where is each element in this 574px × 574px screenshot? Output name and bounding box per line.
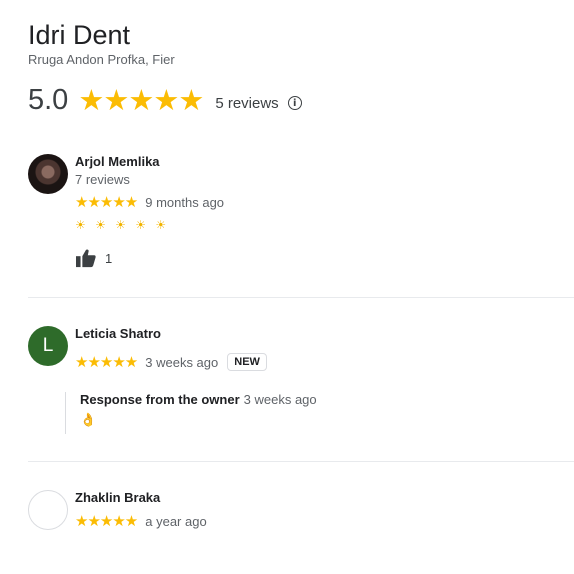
info-icon[interactable]: i [287,96,302,110]
review-panel: Idri Dent Rruga Andon Profka, Fier 5.0 ★… [0,0,574,574]
divider [28,461,574,462]
rating-value: 5.0 [28,83,69,116]
review-card: Arjol Memlika 7 reviews ★★★★★ 9 months a… [28,154,574,279]
owner-response: Response from the owner 3 weeks ago 👌 [65,392,345,434]
owner-response-date: 3 weeks ago [243,392,317,407]
rating-stars: ★★★★★ [78,84,204,117]
like-count: 1 [105,250,113,266]
divider [28,297,574,298]
review-stars: ★★★★★ [75,354,138,371]
review-count-link[interactable]: 5 reviews [215,95,278,112]
reviewer-name[interactable]: Leticia Shatro [75,326,161,341]
new-badge: NEW [227,353,267,371]
thumbs-up-icon [76,249,96,268]
review-rating-line: ★★★★★ a year ago [75,511,207,531]
reviewer-name[interactable]: Arjol Memlika [75,154,160,169]
place-title: Idri Dent [28,20,131,50]
avatar[interactable] [28,490,68,530]
review-rating-line: ★★★★★ 3 weeks ago NEW [75,352,267,372]
like-button[interactable]: 1 [75,248,112,268]
review-text: ☀ ☀ ☀ ☀ ☀ [75,218,170,232]
owner-response-header: Response from the owner 3 weeks ago [80,392,317,407]
review-date: 3 weeks ago [145,354,219,370]
reviewer-name[interactable]: Zhaklin Braka [75,490,160,505]
review-card: Zhaklin Braka ★★★★★ a year ago [28,490,574,535]
avatar[interactable] [28,154,68,194]
review-stars: ★★★★★ [75,194,138,211]
review-stars: ★★★★★ [75,513,138,530]
avatar[interactable]: L [28,326,68,366]
owner-response-label: Response from the owner [80,392,240,407]
review-date: a year ago [145,513,207,529]
place-address: Rruga Andon Profka, Fier [28,52,175,67]
review-date: 9 months ago [145,194,225,210]
rating-summary: 5.0 ★★★★★ 5 reviews i [28,82,302,118]
reviewer-review-count: 7 reviews [75,172,130,187]
review-rating-line: ★★★★★ 9 months ago [75,192,224,212]
owner-response-text: 👌 [80,412,97,427]
